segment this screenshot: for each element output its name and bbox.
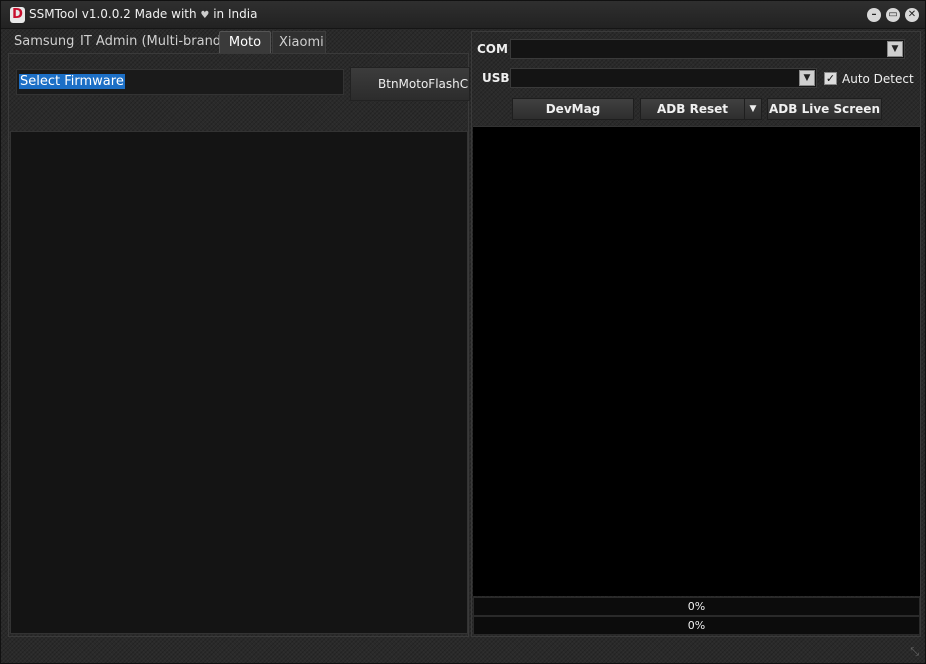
- device-panel: COM ▼ USB ▼ ✓ Auto Detect DevMag ADB Res…: [471, 31, 921, 637]
- resize-grip-icon[interactable]: ⤡: [910, 645, 919, 659]
- chevron-down-icon[interactable]: ▼: [799, 70, 815, 86]
- moto-flash-button[interactable]: BtnMotoFlashCl: [350, 67, 470, 101]
- maximize-button[interactable]: ▭: [886, 8, 900, 22]
- left-log-area[interactable]: [10, 131, 468, 634]
- tab-it-admin[interactable]: IT Admin (Multi-brand): [74, 31, 232, 53]
- com-label: COM: [477, 42, 508, 56]
- chevron-down-icon[interactable]: ▼: [887, 41, 903, 57]
- moto-tab-panel: Select Firmware BtnMotoFlashCl: [8, 53, 470, 637]
- close-button[interactable]: ✕: [905, 8, 919, 22]
- device-log-area[interactable]: [473, 126, 920, 596]
- progress-bar-secondary: 0%: [473, 616, 920, 635]
- tab-moto[interactable]: Moto: [219, 31, 271, 53]
- window-title: SSMTool v1.0.0.2 Made with ♥ in India: [29, 7, 257, 21]
- usb-label: USB: [482, 71, 510, 85]
- heart-icon: ♥: [200, 10, 210, 21]
- auto-detect-checkbox[interactable]: ✓: [824, 72, 837, 85]
- firmware-input-value: Select Firmware: [19, 74, 125, 89]
- firmware-input[interactable]: Select Firmware: [16, 69, 344, 95]
- status-bar: ⤡: [1, 641, 925, 663]
- title-prefix: SSMTool v1.0.0.2 Made with: [29, 7, 197, 21]
- app-logo-icon: D: [10, 7, 25, 23]
- auto-detect-label: Auto Detect: [842, 72, 914, 86]
- minimize-button[interactable]: –: [867, 8, 881, 22]
- com-port-select[interactable]: ▼: [510, 39, 905, 59]
- tab-samsung[interactable]: Samsung: [8, 31, 80, 53]
- adb-reset-dropdown-icon[interactable]: ▼: [744, 98, 762, 120]
- title-bar[interactable]: D SSMTool v1.0.0.2 Made with ♥ in India …: [1, 1, 925, 29]
- devmag-button[interactable]: DevMag: [512, 98, 634, 120]
- adb-live-screen-button[interactable]: ADB Live Screen: [767, 98, 882, 120]
- tab-xiaomi[interactable]: Xiaomi: [272, 31, 326, 53]
- usb-device-select[interactable]: ▼: [510, 68, 817, 88]
- title-suffix: in India: [213, 7, 258, 21]
- adb-reset-button[interactable]: ADB Reset: [640, 98, 745, 120]
- progress-bar-primary: 0%: [473, 597, 920, 616]
- app-window: D SSMTool v1.0.0.2 Made with ♥ in India …: [0, 0, 926, 664]
